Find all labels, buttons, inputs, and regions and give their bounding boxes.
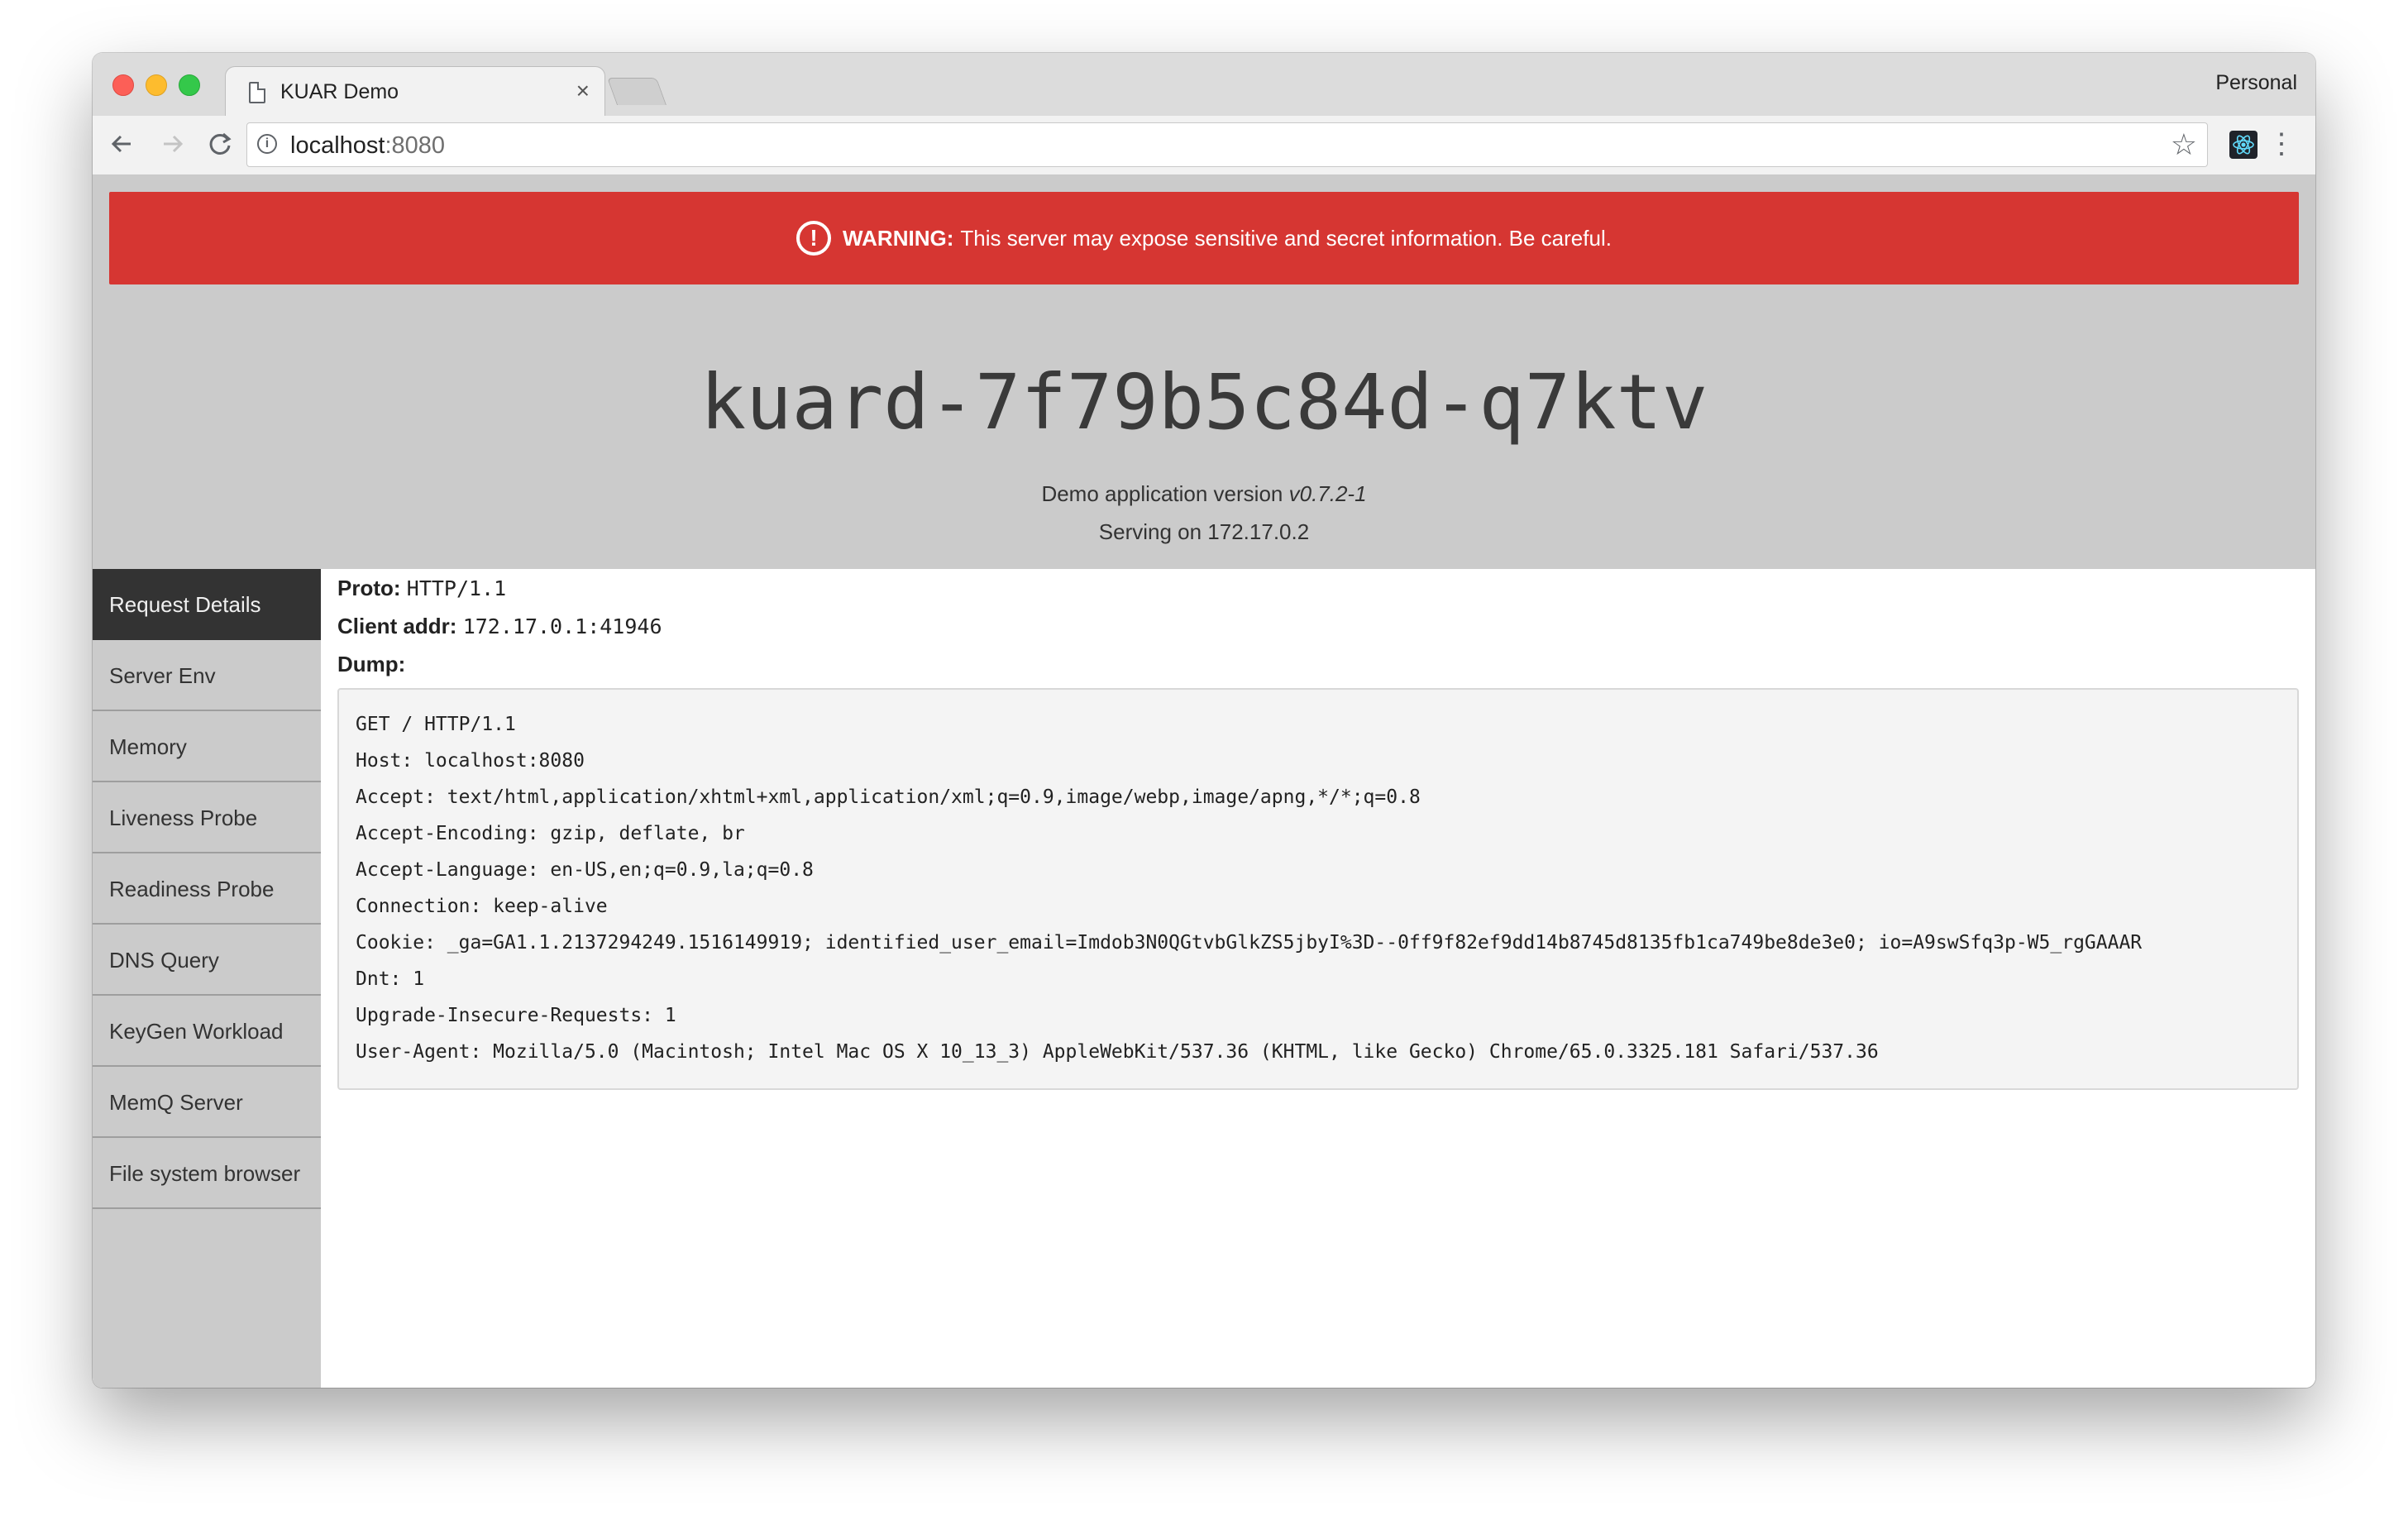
dump-label: Dump: <box>337 652 406 676</box>
dump-field: Dump: <box>337 645 2299 683</box>
reload-icon[interactable] <box>203 127 236 160</box>
sidebar-item-file-system-browser[interactable]: File system browser <box>93 1138 321 1209</box>
menu-icon[interactable]: ⋮ <box>2267 126 2296 162</box>
close-tab-icon[interactable]: × <box>576 79 590 103</box>
browser-toolbar: i localhost:8080 ☆ ⋮ <box>93 116 2315 175</box>
forward-icon[interactable] <box>155 127 189 160</box>
title-bar: KUAR Demo × Personal <box>93 53 2315 117</box>
dump-line: Accept: text/html,application/xhtml+xml,… <box>356 786 1421 808</box>
sidebar-item-server-env[interactable]: Server Env <box>93 640 321 711</box>
zoom-window-button[interactable] <box>179 74 200 96</box>
hostname-title: kuard-7f79b5c84d-q7ktv <box>700 358 1708 447</box>
serving-address: Serving on 172.17.0.2 <box>1098 519 1310 544</box>
profile-button[interactable]: Personal <box>2215 71 2297 95</box>
client-addr-field: Client addr: 172.17.0.1:41946 <box>337 607 2299 645</box>
sidebar-nav: Request Details Server Env Memory Livene… <box>93 569 321 1388</box>
page-header: ! WARNING: This server may expose sensit… <box>93 175 2315 569</box>
sidebar-item-readiness-probe[interactable]: Readiness Probe <box>93 853 321 925</box>
minimize-window-button[interactable] <box>146 74 167 96</box>
warning-text: This server may expose sensitive and sec… <box>960 225 1612 251</box>
dump-line: Cookie: _ga=GA1.1.2137294249.1516149919;… <box>356 932 2143 954</box>
warning-label: WARNING: <box>843 225 954 251</box>
version-line: Demo application version v0.7.2-1 <box>1041 481 1367 506</box>
star-icon[interactable]: ☆ <box>2171 128 2197 161</box>
sidebar-item-memory[interactable]: Memory <box>93 711 321 782</box>
browser-tab[interactable]: KUAR Demo × <box>225 66 605 117</box>
tab-title: KUAR Demo <box>280 80 399 103</box>
dump-line: Dnt: 1 <box>356 968 425 990</box>
sidebar-item-keygen-workload[interactable]: KeyGen Workload <box>93 996 321 1067</box>
client-addr-label: Client addr: <box>337 614 457 638</box>
info-icon[interactable]: i <box>257 134 277 154</box>
version-number: v0.7.2-1 <box>1288 481 1367 506</box>
dump-line: GET / HTTP/1.1 <box>356 714 516 735</box>
proto-label: Proto: <box>337 576 401 600</box>
close-window-button[interactable] <box>112 74 134 96</box>
sidebar-item-request-details[interactable]: Request Details <box>93 569 321 640</box>
new-tab-button[interactable] <box>606 78 667 105</box>
browser-window: KUAR Demo × Personal i localhost:8080 ☆ <box>93 53 2315 1388</box>
request-dump: GET / HTTP/1.1 Host: localhost:8080 Acce… <box>337 688 2299 1090</box>
sidebar-item-memq-server[interactable]: MemQ Server <box>93 1067 321 1138</box>
url-text[interactable]: localhost:8080 <box>290 132 445 160</box>
client-addr-value: 172.17.0.1:41946 <box>462 614 662 638</box>
back-icon[interactable] <box>106 127 139 160</box>
warning-banner: ! WARNING: This server may expose sensit… <box>109 192 2299 284</box>
dump-line: User-Agent: Mozilla/5.0 (Macintosh; Inte… <box>356 1041 1879 1063</box>
react-devtools-icon[interactable] <box>2229 131 2258 159</box>
request-details-panel: Proto: HTTP/1.1 Client addr: 172.17.0.1:… <box>337 569 2299 1090</box>
dump-line: Host: localhost:8080 <box>356 750 585 772</box>
warning-icon: ! <box>796 221 832 256</box>
dump-line: Upgrade-Insecure-Requests: 1 <box>356 1005 676 1026</box>
address-bar[interactable]: i localhost:8080 ☆ <box>246 122 2208 167</box>
dump-line: Connection: keep-alive <box>356 896 608 917</box>
page: ! WARNING: This server may expose sensit… <box>93 175 2315 1388</box>
dump-line: Accept-Language: en-US,en;q=0.9,la;q=0.8 <box>356 859 814 881</box>
sidebar-item-dns-query[interactable]: DNS Query <box>93 925 321 996</box>
proto-field: Proto: HTTP/1.1 <box>337 569 2299 607</box>
sidebar-item-liveness-probe[interactable]: Liveness Probe <box>93 782 321 853</box>
dump-line: Accept-Encoding: gzip, deflate, br <box>356 823 745 844</box>
page-icon <box>249 82 265 103</box>
proto-value: HTTP/1.1 <box>406 576 507 600</box>
